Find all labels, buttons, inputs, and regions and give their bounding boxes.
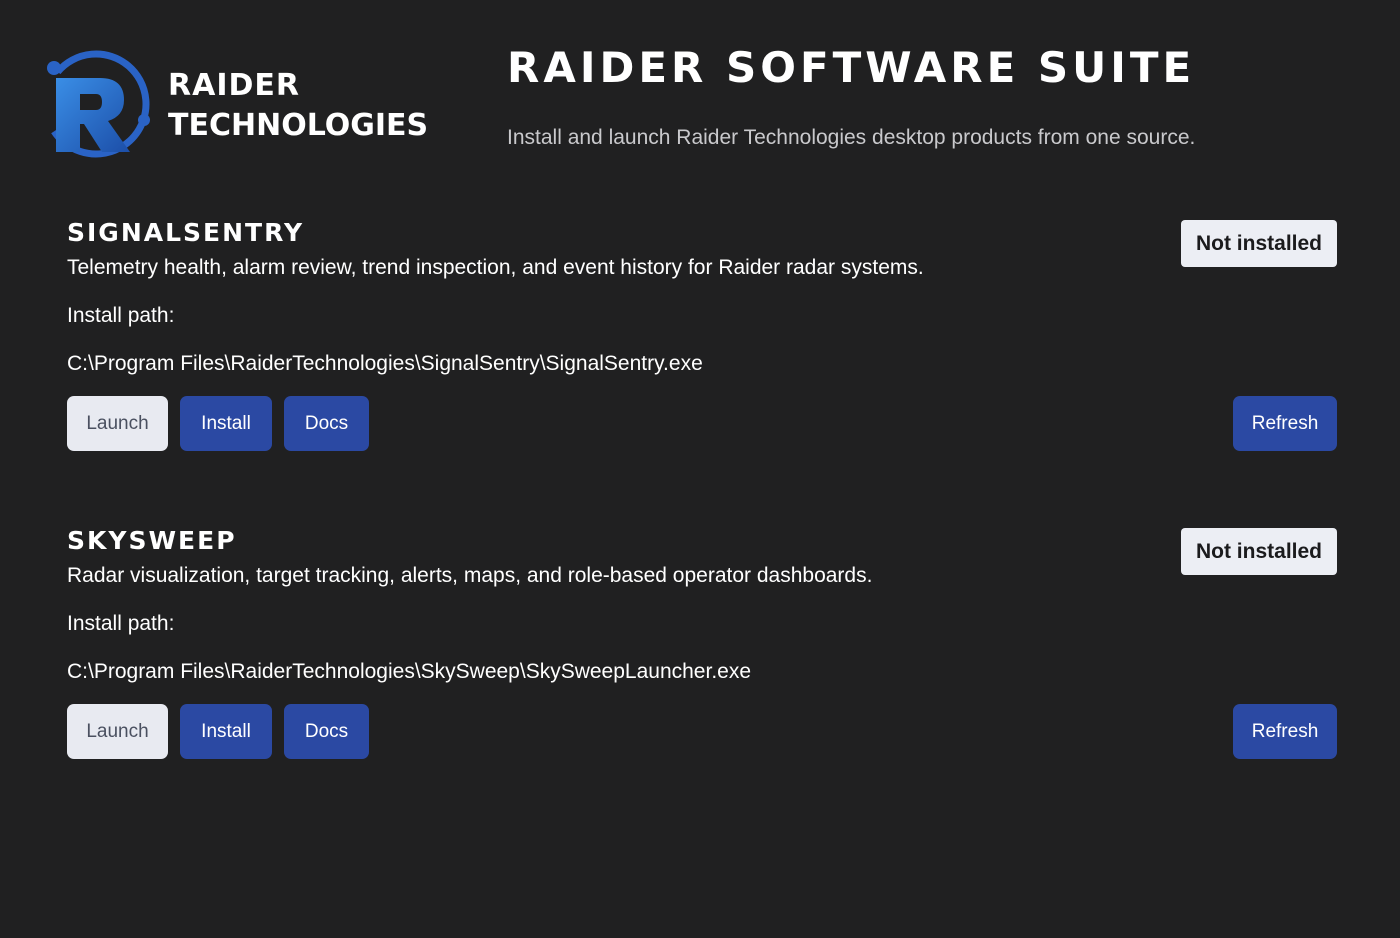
raider-logo: RAIDER TECHNOLOGIES (36, 48, 466, 160)
refresh-button[interactable]: Refresh (1233, 396, 1337, 451)
install-path-value: C:\Program Files\RaiderTechnologies\SkyS… (67, 660, 752, 683)
install-path-label: Install path: (67, 612, 175, 635)
install-path-label: Install path: (67, 304, 175, 327)
status-badge: Not installed (1181, 528, 1337, 575)
install-button[interactable]: Install (180, 396, 272, 451)
product-description: Telemetry health, alarm review, trend in… (67, 256, 924, 279)
refresh-button[interactable]: Refresh (1233, 704, 1337, 759)
logo-line-technologies: TECHNOLOGIES (168, 108, 429, 143)
page-subtitle: Install and launch Raider Technologies d… (507, 126, 1196, 149)
suite-window: RAIDER TECHNOLOGIES RAIDER SOFTWARE SUIT… (0, 0, 1400, 938)
docs-button[interactable]: Docs (284, 396, 369, 451)
launch-button[interactable]: Launch (67, 704, 168, 759)
product-card-signalsentry: SIGNALSENTRY Not installed Telemetry hea… (67, 216, 1337, 456)
product-card-skysweep: SKYSWEEP Not installed Radar visualizati… (67, 524, 1337, 764)
install-button[interactable]: Install (180, 704, 272, 759)
product-description: Radar visualization, target tracking, al… (67, 564, 873, 587)
raider-r-logo-icon (42, 50, 150, 158)
docs-button[interactable]: Docs (284, 704, 369, 759)
launch-button[interactable]: Launch (67, 396, 168, 451)
page-title: RAIDER SOFTWARE SUITE (507, 43, 1196, 92)
product-name: SKYSWEEP (67, 526, 237, 555)
logo-wordmark: RAIDER TECHNOLOGIES (168, 66, 428, 146)
product-name: SIGNALSENTRY (67, 218, 305, 247)
status-badge: Not installed (1181, 220, 1337, 267)
logo-line-raider: RAIDER (168, 68, 300, 103)
install-path-value: C:\Program Files\RaiderTechnologies\Sign… (67, 352, 703, 375)
